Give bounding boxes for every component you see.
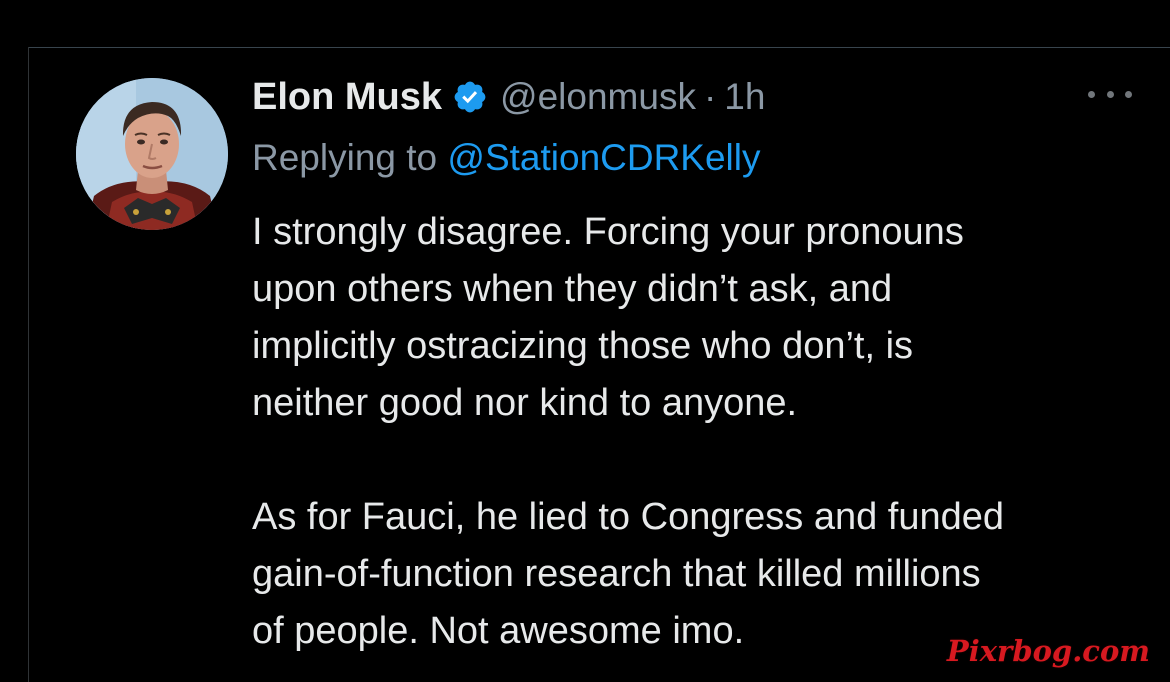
tweet-line: I strongly disagree. Forcing your pronou… — [252, 211, 964, 253]
author-handle[interactable]: @elonmusk — [500, 76, 696, 118]
profile-photo — [76, 78, 228, 230]
more-dot — [1088, 90, 1095, 98]
timestamp[interactable]: 1h — [724, 76, 765, 118]
dot-separator: · — [703, 76, 717, 117]
display-name[interactable]: Elon Musk — [252, 76, 442, 119]
watermark: Pixrbog.com — [946, 634, 1150, 668]
tweet-header: Elon Musk @elonmusk · 1h — [252, 75, 765, 119]
more-dot — [1125, 90, 1132, 98]
tweet-line: neither good nor kind to anyone. — [252, 382, 798, 424]
replying-to-label: Replying to — [252, 137, 448, 178]
tweet-line: upon others when they didn’t ask, and — [252, 268, 893, 310]
tweet-line: As for Fauci, he lied to Congress and fu… — [252, 496, 1005, 538]
tweet-text: I strongly disagree. Forcing your pronou… — [252, 204, 1142, 660]
reply-mention-link[interactable]: @StationCDRKelly — [447, 137, 760, 178]
tweet-line: implicitly ostracizing those who don’t, … — [252, 325, 914, 367]
tweet-line: gain-of-function research that killed mi… — [252, 553, 981, 595]
more-dot — [1106, 90, 1114, 98]
tweet-paragraph: I strongly disagree. Forcing your pronou… — [252, 204, 1142, 432]
tweet[interactable]: Elon Musk @elonmusk · 1h Replying to @St… — [28, 48, 1170, 682]
more-options-icon[interactable] — [1088, 84, 1132, 104]
replying-to: Replying to @StationCDRKelly — [252, 136, 761, 180]
verified-badge-icon — [454, 81, 486, 113]
avatar[interactable] — [76, 78, 228, 230]
